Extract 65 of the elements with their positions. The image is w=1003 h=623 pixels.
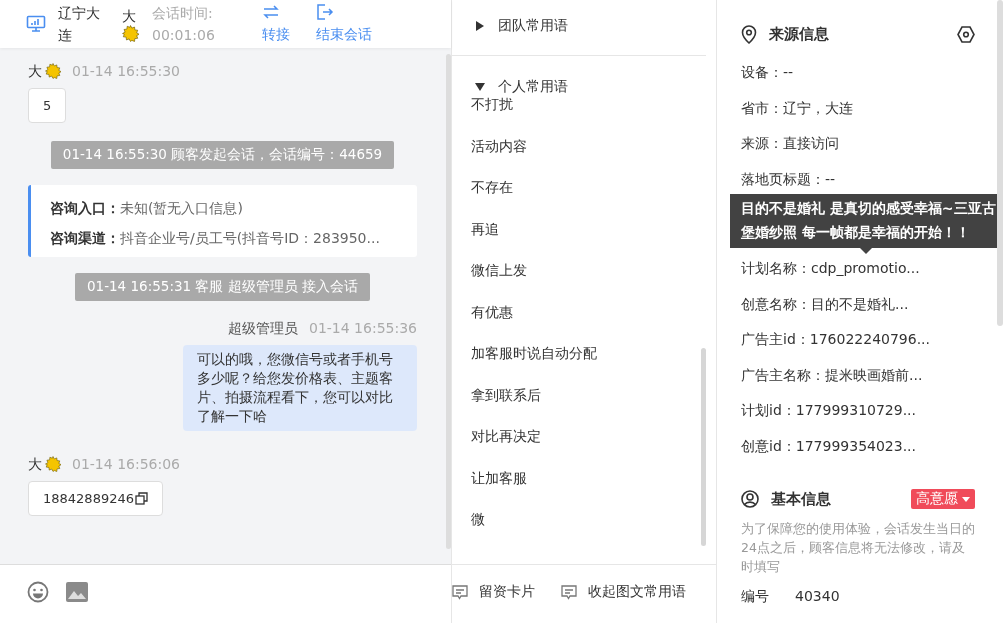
field-label: 编号 xyxy=(741,588,769,606)
sender-name: 大 xyxy=(28,62,42,81)
phrase-item[interactable]: 不存在 xyxy=(471,177,513,197)
source-info-row-text: 计划id：177999310729... xyxy=(741,401,917,420)
info-label: 咨询渠道： xyxy=(50,230,120,246)
phrase-item[interactable]: 活动内容 xyxy=(471,135,527,156)
message-icon xyxy=(561,584,577,600)
monitor-icon xyxy=(26,15,46,33)
phrase-group-toggle[interactable]: 团队常用语 xyxy=(452,0,568,35)
image-icon[interactable] xyxy=(66,582,88,602)
phrase-item[interactable]: 加客服时说自动分配 xyxy=(471,343,597,363)
exit-icon xyxy=(316,4,334,20)
source-info-row-text: 创意名称：目的不是婚礼... xyxy=(741,294,910,314)
message-time: 01-14 16:55:30 xyxy=(72,62,180,81)
sun-icon xyxy=(45,63,61,79)
caret-icon xyxy=(962,496,970,502)
phrase-item[interactable]: 对比再决定 xyxy=(471,426,541,446)
phrase-action-button[interactable]: 留资卡片 xyxy=(452,583,535,601)
swap-arrows-icon xyxy=(262,4,280,20)
info-label: 咨询入口： xyxy=(50,200,120,216)
info-value: 抖音企业号/员工号(抖音号ID：283950... xyxy=(120,230,380,246)
intent-tag-dropdown[interactable]: 高意愿 xyxy=(911,489,975,509)
phrase-action-button[interactable]: 收起图文常用语 xyxy=(561,583,686,601)
session-time: 00:01:06 xyxy=(152,26,216,45)
phrase-item[interactable]: 微 xyxy=(471,509,485,529)
info-value: 未知(暂无入口信息) xyxy=(120,200,243,216)
message-time: 01-14 16:56:06 xyxy=(72,455,180,474)
section-title: 基本信息 xyxy=(771,489,831,509)
system-notice: 01-14 16:55:31 客服 超级管理员 接入会话 xyxy=(75,273,370,301)
phrase-item[interactable]: 拿到联系后 xyxy=(471,384,541,405)
visitor-name: 大 xyxy=(122,6,136,25)
phrase-item[interactable]: 微信上发 xyxy=(471,260,527,280)
sender-name: 大 xyxy=(28,455,42,474)
emoji-icon[interactable] xyxy=(27,581,49,603)
system-notice: 01-14 16:55:30 顾客发起会话，会话编号：44659 xyxy=(50,141,395,169)
visitor-location: 辽宁大连 xyxy=(58,4,101,45)
phrase-item[interactable]: 有优惠 xyxy=(471,301,513,322)
source-info-row-text: 来源：直接访问 xyxy=(741,134,840,153)
copy-icon[interactable] xyxy=(135,492,148,505)
session-time-label: 会话时间: xyxy=(152,4,214,23)
phrase-item[interactable]: 让加客服 xyxy=(471,467,527,488)
phrase-item[interactable]: 再追 xyxy=(471,218,499,239)
phrase-group-toggle[interactable]: 个人常用语 xyxy=(452,56,568,96)
message-icon xyxy=(452,584,468,600)
hint-text: 为了保障您的使用体验，会话发生当日的24点之后，顾客信息将无法修改，请及时填写 xyxy=(741,520,975,576)
source-info-row-text: 广告主名称：提米映画婚前... xyxy=(741,365,924,385)
source-info-row-text: 计划名称：cdp_promotio... xyxy=(741,259,921,278)
field-value: 40340 xyxy=(795,588,840,606)
source-info-row-text: 广告主id：176022240796... xyxy=(741,330,931,349)
source-info-row-text: 落地页标题：-- xyxy=(741,169,837,189)
location-pin-icon xyxy=(741,24,757,44)
source-info-row-text: 省市：辽宁，大连 xyxy=(741,98,854,118)
settings-icon[interactable] xyxy=(957,25,975,43)
sun-icon xyxy=(122,24,139,42)
phrase-item[interactable]: 不打扰 xyxy=(471,94,513,114)
user-icon xyxy=(741,490,759,508)
message-bubble: 可以的哦，您微信号或者手机号多少呢？给您发价格表、主题客片、拍摄流程看下，您可以对比了解一下哈 xyxy=(183,345,417,431)
section-title: 来源信息 xyxy=(769,24,829,44)
source-info-row-text: 设备：-- xyxy=(741,63,795,82)
message-bubble: 5 xyxy=(28,88,67,123)
sender-name: 超级管理员 xyxy=(228,319,298,338)
message-time: 01-14 16:55:36 xyxy=(309,319,417,338)
sun-icon xyxy=(45,456,61,472)
source-info-row-text: 创意id：177999354023... xyxy=(741,436,917,456)
message-bubble: 18842889246 xyxy=(28,481,163,516)
